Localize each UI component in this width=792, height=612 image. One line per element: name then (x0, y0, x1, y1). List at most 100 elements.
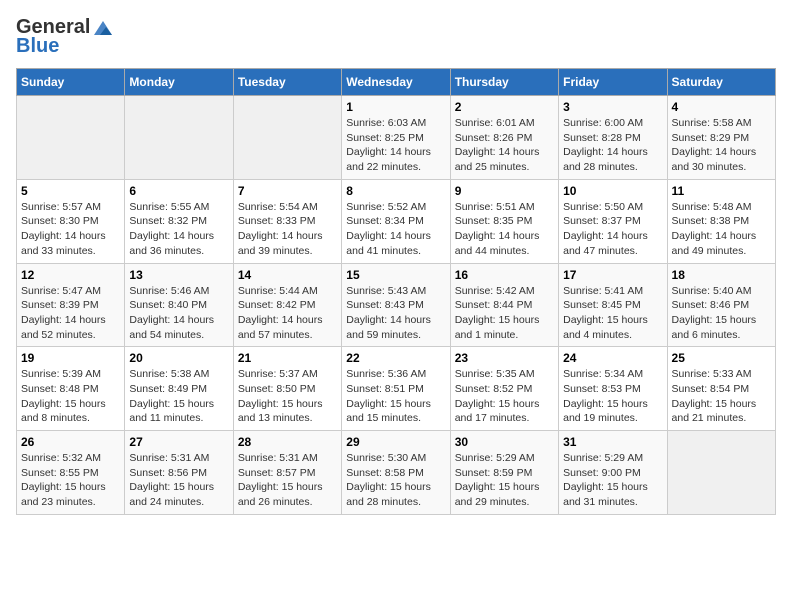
day-number: 4 (672, 100, 771, 114)
day-info: Sunrise: 5:31 AMSunset: 8:57 PMDaylight:… (238, 451, 337, 510)
day-number: 9 (455, 184, 554, 198)
day-number: 10 (563, 184, 662, 198)
day-info: Sunrise: 5:43 AMSunset: 8:43 PMDaylight:… (346, 284, 445, 343)
day-number: 24 (563, 351, 662, 365)
day-info: Sunrise: 5:39 AMSunset: 8:48 PMDaylight:… (21, 367, 120, 426)
calendar-week-row: 5 Sunrise: 5:57 AMSunset: 8:30 PMDaylight… (17, 179, 776, 263)
day-info: Sunrise: 6:01 AMSunset: 8:26 PMDaylight:… (455, 116, 554, 175)
calendar-cell: 8Sunrise: 5:52 AMSunset: 8:34 PMDaylight… (342, 179, 450, 263)
calendar-cell: 5 Sunrise: 5:57 AMSunset: 8:30 PMDaylight… (17, 179, 125, 263)
day-number: 12 (21, 268, 120, 282)
calendar-cell: 11Sunrise: 5:48 AMSunset: 8:38 PMDayligh… (667, 179, 775, 263)
day-info: Sunrise: 5:42 AMSunset: 8:44 PMDaylight:… (455, 284, 554, 343)
header-monday: Monday (125, 69, 233, 96)
day-info: Sunrise: 5:54 AMSunset: 8:33 PMDaylight:… (238, 200, 337, 259)
day-number: 3 (563, 100, 662, 114)
calendar-week-row: 26 Sunrise: 5:32 AMSunset: 8:55 PMDayligh… (17, 431, 776, 515)
day-number: 14 (238, 268, 337, 282)
day-number: 6 (129, 184, 228, 198)
day-info: Sunrise: 5:44 AMSunset: 8:42 PMDaylight:… (238, 284, 337, 343)
day-number: 30 (455, 435, 554, 449)
day-info: Sunrise: 5:29 AMSunset: 8:59 PMDaylight:… (455, 451, 554, 510)
calendar-cell: 15 Sunrise: 5:43 AMSunset: 8:43 PMDayligh… (342, 263, 450, 347)
day-number: 31 (563, 435, 662, 449)
calendar-cell: 31 Sunrise: 5:29 AMSunset: 9:00 PMDayligh… (559, 431, 667, 515)
day-info: Sunrise: 5:51 AMSunset: 8:35 PMDaylight:… (455, 200, 554, 259)
day-info: Sunrise: 5:31 AMSunset: 8:56 PMDaylight:… (129, 451, 228, 510)
calendar-cell: 27 Sunrise: 5:31 AMSunset: 8:56 PMDayligh… (125, 431, 233, 515)
day-info: Sunrise: 5:52 AMSunset: 8:34 PMDaylight:… (346, 200, 445, 259)
day-number: 26 (21, 435, 120, 449)
calendar-cell: 9 Sunrise: 5:51 AMSunset: 8:35 PMDaylight… (450, 179, 558, 263)
calendar-cell: 28 Sunrise: 5:31 AMSunset: 8:57 PMDayligh… (233, 431, 341, 515)
day-number: 11 (672, 184, 771, 198)
calendar-cell (125, 96, 233, 180)
day-info: Sunrise: 5:36 AMSunset: 8:51 PMDaylight:… (346, 367, 445, 426)
header: General Blue (16, 16, 776, 58)
day-info: Sunrise: 5:34 AMSunset: 8:53 PMDaylight:… (563, 367, 662, 426)
day-number: 22 (346, 351, 445, 365)
day-info: Sunrise: 5:33 AMSunset: 8:54 PMDaylight:… (672, 367, 771, 426)
header-saturday: Saturday (667, 69, 775, 96)
day-number: 16 (455, 268, 554, 282)
calendar-cell: 13 Sunrise: 5:46 AMSunset: 8:40 PMDayligh… (125, 263, 233, 347)
calendar-cell: 20 Sunrise: 5:38 AMSunset: 8:49 PMDayligh… (125, 347, 233, 431)
day-number: 20 (129, 351, 228, 365)
day-number: 19 (21, 351, 120, 365)
calendar-cell: 12 Sunrise: 5:47 AMSunset: 8:39 PMDayligh… (17, 263, 125, 347)
day-info: Sunrise: 5:41 AMSunset: 8:45 PMDaylight:… (563, 284, 662, 343)
calendar-cell: 26 Sunrise: 5:32 AMSunset: 8:55 PMDayligh… (17, 431, 125, 515)
calendar-cell (667, 431, 775, 515)
calendar-cell: 7Sunrise: 5:54 AMSunset: 8:33 PMDaylight… (233, 179, 341, 263)
logo-icon (92, 19, 114, 37)
day-number: 27 (129, 435, 228, 449)
day-number: 1 (346, 100, 445, 114)
day-number: 29 (346, 435, 445, 449)
day-number: 28 (238, 435, 337, 449)
day-number: 13 (129, 268, 228, 282)
day-info: Sunrise: 5:55 AMSunset: 8:32 PMDaylight:… (129, 200, 228, 259)
day-info: Sunrise: 5:57 AMSunset: 8:30 PMDaylight:… (21, 200, 120, 259)
calendar-week-row: 19 Sunrise: 5:39 AMSunset: 8:48 PMDayligh… (17, 347, 776, 431)
logo: General Blue (16, 16, 114, 58)
calendar: SundayMondayTuesdayWednesdayThursdayFrid… (16, 68, 776, 515)
logo-blue-text: Blue (16, 35, 59, 58)
day-info: Sunrise: 5:37 AMSunset: 8:50 PMDaylight:… (238, 367, 337, 426)
calendar-cell: 21Sunrise: 5:37 AMSunset: 8:50 PMDayligh… (233, 347, 341, 431)
header-wednesday: Wednesday (342, 69, 450, 96)
calendar-cell: 16 Sunrise: 5:42 AMSunset: 8:44 PMDayligh… (450, 263, 558, 347)
calendar-cell (233, 96, 341, 180)
calendar-cell: 25 Sunrise: 5:33 AMSunset: 8:54 PMDayligh… (667, 347, 775, 431)
day-info: Sunrise: 5:50 AMSunset: 8:37 PMDaylight:… (563, 200, 662, 259)
day-info: Sunrise: 5:40 AMSunset: 8:46 PMDaylight:… (672, 284, 771, 343)
header-tuesday: Tuesday (233, 69, 341, 96)
day-number: 17 (563, 268, 662, 282)
day-info: Sunrise: 5:46 AMSunset: 8:40 PMDaylight:… (129, 284, 228, 343)
day-number: 5 (21, 184, 120, 198)
header-friday: Friday (559, 69, 667, 96)
calendar-cell (17, 96, 125, 180)
calendar-week-row: 1Sunrise: 6:03 AMSunset: 8:25 PMDaylight… (17, 96, 776, 180)
day-info: Sunrise: 5:35 AMSunset: 8:52 PMDaylight:… (455, 367, 554, 426)
day-number: 23 (455, 351, 554, 365)
header-thursday: Thursday (450, 69, 558, 96)
day-info: Sunrise: 5:32 AMSunset: 8:55 PMDaylight:… (21, 451, 120, 510)
calendar-cell: 1Sunrise: 6:03 AMSunset: 8:25 PMDaylight… (342, 96, 450, 180)
day-number: 15 (346, 268, 445, 282)
calendar-cell: 22 Sunrise: 5:36 AMSunset: 8:51 PMDayligh… (342, 347, 450, 431)
day-number: 25 (672, 351, 771, 365)
day-info: Sunrise: 5:58 AMSunset: 8:29 PMDaylight:… (672, 116, 771, 175)
calendar-cell: 30 Sunrise: 5:29 AMSunset: 8:59 PMDayligh… (450, 431, 558, 515)
calendar-cell: 19 Sunrise: 5:39 AMSunset: 8:48 PMDayligh… (17, 347, 125, 431)
calendar-cell: 24 Sunrise: 5:34 AMSunset: 8:53 PMDayligh… (559, 347, 667, 431)
calendar-cell: 10 Sunrise: 5:50 AMSunset: 8:37 PMDayligh… (559, 179, 667, 263)
calendar-cell: 2Sunrise: 6:01 AMSunset: 8:26 PMDaylight… (450, 96, 558, 180)
calendar-header-row: SundayMondayTuesdayWednesdayThursdayFrid… (17, 69, 776, 96)
day-number: 18 (672, 268, 771, 282)
calendar-cell: 3 Sunrise: 6:00 AMSunset: 8:28 PMDaylight… (559, 96, 667, 180)
day-info: Sunrise: 5:38 AMSunset: 8:49 PMDaylight:… (129, 367, 228, 426)
day-info: Sunrise: 5:47 AMSunset: 8:39 PMDaylight:… (21, 284, 120, 343)
day-info: Sunrise: 6:00 AMSunset: 8:28 PMDaylight:… (563, 116, 662, 175)
calendar-cell: 29Sunrise: 5:30 AMSunset: 8:58 PMDayligh… (342, 431, 450, 515)
day-info: Sunrise: 5:29 AMSunset: 9:00 PMDaylight:… (563, 451, 662, 510)
